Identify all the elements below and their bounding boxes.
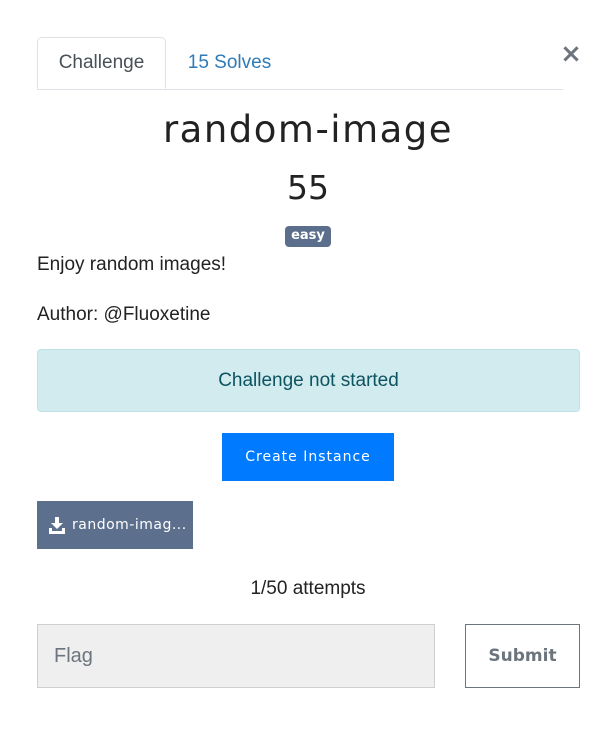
challenge-description: Enjoy random images! (37, 254, 227, 275)
challenge-title: random-image (162, 108, 454, 151)
download-icon (49, 517, 65, 534)
challenge-author: Author: @Fluoxetine (37, 304, 211, 325)
challenge-modal: Challenge 15 Solves × random-image 55 ea… (0, 0, 616, 744)
close-icon[interactable]: × (559, 40, 583, 68)
create-instance-button[interactable]: Create Instance (222, 433, 394, 481)
tab-solves[interactable]: 15 Solves (177, 37, 282, 88)
submit-button[interactable]: Submit (465, 624, 580, 688)
challenge-points: 55 (287, 168, 329, 207)
status-alert: Challenge not started (37, 349, 580, 412)
challenge-tabs: Challenge 15 Solves (37, 37, 563, 90)
flag-input[interactable] (37, 624, 435, 688)
file-download-button[interactable]: random-imag... (37, 501, 193, 549)
difficulty-badge-wrapper: easy (0, 226, 616, 247)
create-instance-label: Create Instance (245, 449, 371, 465)
file-download-label: random-imag... (72, 517, 187, 533)
submit-label: Submit (488, 646, 557, 666)
attempts-counter: 1/50 attempts (250, 578, 366, 599)
status-text: Challenge not started (218, 369, 399, 391)
difficulty-badge: easy (285, 226, 331, 247)
tab-challenge[interactable]: Challenge (37, 37, 166, 89)
